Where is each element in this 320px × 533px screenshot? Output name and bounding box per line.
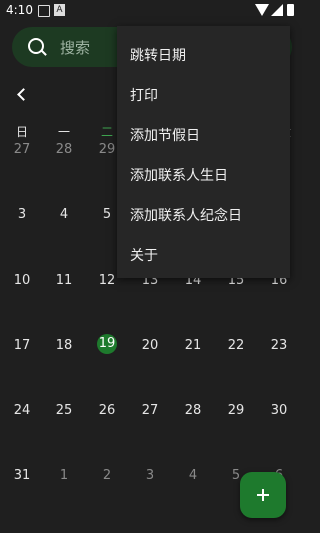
menu-item-add-holidays[interactable]: 添加节假日: [130, 125, 200, 145]
menu-item-add-contact-birthdays[interactable]: 添加联系人生日: [130, 165, 228, 185]
day-cell[interactable]: 10: [6, 273, 38, 288]
signal-icon: [271, 4, 283, 16]
image-notification-icon: [38, 5, 50, 17]
day-cell[interactable]: 11: [48, 273, 80, 288]
day-cell[interactable]: 28: [48, 142, 80, 157]
search-icon: [28, 38, 44, 54]
selected-day: 19: [97, 334, 117, 354]
menu-item-print[interactable]: 打印: [130, 85, 158, 105]
day-cell[interactable]: 24: [6, 403, 38, 418]
day-cell[interactable]: 29: [220, 403, 252, 418]
menu-item-about[interactable]: 关于: [130, 245, 158, 265]
day-cell[interactable]: 4: [48, 207, 80, 222]
day-cell[interactable]: 25: [48, 403, 80, 418]
day-cell[interactable]: 22: [220, 338, 252, 353]
day-cell[interactable]: 28: [177, 403, 209, 418]
day-cell[interactable]: 27: [6, 142, 38, 157]
day-cell[interactable]: 18: [48, 338, 80, 353]
selected-day-cell[interactable]: 19: [91, 334, 123, 354]
day-cell[interactable]: 21: [177, 338, 209, 353]
day-cell[interactable]: 27: [134, 403, 166, 418]
menu-item-go-to-date[interactable]: 跳转日期: [130, 45, 186, 65]
day-cell[interactable]: 31: [6, 468, 38, 483]
overflow-menu: 跳转日期 打印 添加节假日 添加联系人生日 添加联系人纪念日 关于: [117, 26, 290, 278]
menu-item-add-contact-anniversaries[interactable]: 添加联系人纪念日: [130, 205, 242, 225]
day-cell[interactable]: 3: [6, 207, 38, 222]
day-cell[interactable]: 17: [6, 338, 38, 353]
text-notification-icon: A: [54, 4, 65, 16]
status-bar: 4:10 A: [0, 0, 300, 22]
add-event-button[interactable]: [240, 472, 286, 518]
day-cell[interactable]: 3: [134, 468, 166, 483]
day-cell[interactable]: 20: [134, 338, 166, 353]
battery-icon: [287, 4, 294, 16]
day-cell[interactable]: 23: [263, 338, 295, 353]
weekday-mon: 一: [57, 125, 70, 139]
weekday-sun: 日: [15, 125, 28, 139]
day-cell[interactable]: 26: [91, 403, 123, 418]
day-cell[interactable]: 30: [263, 403, 295, 418]
day-cell[interactable]: 1: [48, 468, 80, 483]
day-cell[interactable]: 4: [177, 468, 209, 483]
search-placeholder: 搜索: [60, 39, 91, 57]
wifi-icon: [255, 4, 269, 16]
status-time: 4:10: [6, 3, 33, 17]
previous-month-button[interactable]: [14, 85, 32, 105]
day-cell[interactable]: 2: [91, 468, 123, 483]
